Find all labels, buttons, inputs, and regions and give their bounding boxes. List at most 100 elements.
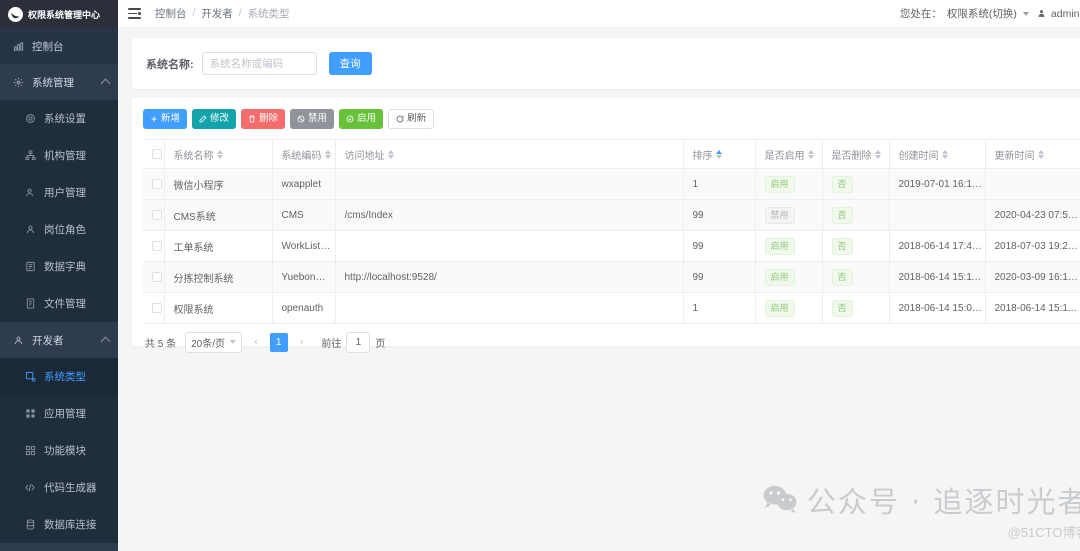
- sidebar-logo[interactable]: 权限系统管理中心: [0, 0, 118, 28]
- sidebar: 权限系统管理中心 控制台 系统管理 系统设置 机构管理 用户管理 岗位角色 数据…: [0, 0, 118, 551]
- row-checkbox[interactable]: [152, 271, 162, 282]
- cell-sort: 99: [683, 261, 756, 293]
- delete-button-label: 删除: [259, 113, 279, 125]
- refresh-icon: [396, 115, 404, 123]
- status-badge: 启用: [764, 268, 795, 286]
- ban-icon: [297, 115, 305, 123]
- cell-name: 工单系统: [164, 230, 273, 262]
- row-checkbox[interactable]: [152, 209, 162, 220]
- cell-url: /cms/Index: [335, 199, 684, 231]
- sidebar-item-label: 用户管理: [44, 187, 86, 199]
- sidebar-item-data-dictionary[interactable]: 数据字典: [0, 248, 118, 285]
- sort-icon[interactable]: [941, 149, 948, 159]
- sidebar-item-dashboard[interactable]: 控制台: [0, 28, 118, 64]
- row-checkbox[interactable]: [152, 302, 162, 313]
- sidebar-item-function-module[interactable]: 功能模块: [0, 432, 118, 469]
- next-page-button[interactable]: ›: [295, 336, 309, 348]
- column-header-updated[interactable]: 更新时间: [985, 139, 1080, 169]
- sidebar-item-system-type[interactable]: 系统类型: [0, 358, 118, 395]
- disable-button[interactable]: 禁用: [290, 109, 335, 129]
- enable-button[interactable]: 启用: [339, 109, 384, 129]
- page-number-1[interactable]: 1: [269, 332, 288, 352]
- sort-icon[interactable]: [874, 149, 881, 159]
- column-header-sort[interactable]: 排序: [683, 139, 756, 169]
- sort-icon[interactable]: [1037, 149, 1044, 159]
- row-checkbox[interactable]: [152, 240, 162, 251]
- cell-url: [335, 168, 684, 200]
- user-manage-icon: [24, 187, 36, 199]
- column-header-code[interactable]: 系统编码: [272, 139, 336, 169]
- sidebar-group-system-management[interactable]: 系统管理: [0, 64, 118, 100]
- deleted-badge: 否: [831, 206, 853, 224]
- sidebar-item-database-connection[interactable]: 数据库连接: [0, 506, 118, 543]
- add-button-label: 新增: [161, 113, 181, 125]
- column-header-created[interactable]: 创建时间: [889, 139, 986, 169]
- sidebar-item-label: 功能模块: [44, 445, 86, 457]
- row-checkbox[interactable]: [152, 178, 162, 189]
- column-header-deleted[interactable]: 是否删除: [822, 139, 890, 169]
- cell-code: openauth: [272, 292, 336, 324]
- refresh-button[interactable]: 刷新: [388, 109, 435, 129]
- sidebar-item-position-role[interactable]: 岗位角色: [0, 211, 118, 248]
- sort-icon[interactable]: [387, 149, 394, 159]
- cell-sort: 99: [683, 199, 756, 231]
- cell-name: 分拣控制系统: [164, 261, 273, 293]
- page-size-select[interactable]: 20条/页: [185, 331, 243, 353]
- add-button[interactable]: 新增: [143, 109, 188, 129]
- sidebar-item-org-management[interactable]: 机构管理: [0, 137, 118, 174]
- sort-icon[interactable]: [216, 149, 223, 159]
- sidebar-item-label: 数据库连接: [44, 519, 97, 531]
- system-name-label: 系统名称:: [146, 58, 194, 71]
- gear-icon: [24, 113, 36, 125]
- column-header-url[interactable]: 访问地址: [335, 139, 684, 169]
- sidebar-item-label: 岗位角色: [44, 224, 86, 236]
- jump-page-input[interactable]: [346, 331, 371, 353]
- chevron-down-icon[interactable]: [1022, 11, 1029, 16]
- sidebar-item-label: 机构管理: [44, 150, 86, 162]
- sidebar-item-user-management[interactable]: 用户管理: [0, 174, 118, 211]
- cell-created: 2018-06-14 15:11:35: [889, 261, 986, 293]
- edit-button[interactable]: 修改: [192, 109, 237, 129]
- breadcrumb-separator: /: [192, 8, 196, 19]
- table-panel: 新增 修改 删除 禁用 启用 刷新 系统名称 系统编码 访问地址 排序 是否启用…: [132, 98, 1080, 353]
- table-row[interactable]: CMS系统 CMS /cms/Index 99 禁用 否 2020-04-23 …: [143, 199, 1080, 231]
- delete-button[interactable]: 删除: [241, 109, 286, 129]
- sort-icon-active[interactable]: [715, 149, 722, 159]
- sidebar-item-app-management[interactable]: 应用管理: [0, 395, 118, 432]
- breadcrumb-item-developer[interactable]: 开发者: [201, 6, 233, 21]
- user-name-label[interactable]: admin: [1051, 8, 1080, 20]
- table-row[interactable]: 分拣控制系统 YuebonWcs http://localhost:9528/ …: [143, 261, 1080, 293]
- sidebar-item-code-generator[interactable]: 代码生成器: [0, 469, 118, 506]
- column-header-name[interactable]: 系统名称: [164, 139, 273, 169]
- tenant-prefix-label: 您处在：: [899, 8, 942, 20]
- row-select-cell: [143, 199, 165, 231]
- breadcrumb-item-console[interactable]: 控制台: [155, 6, 187, 21]
- sidebar-group-system-security[interactable]: 系统安全: [0, 543, 118, 551]
- edit-button-label: 修改: [210, 113, 230, 125]
- cell-sort: 1: [683, 168, 756, 200]
- sort-icon[interactable]: [807, 149, 814, 159]
- query-button[interactable]: 查询: [328, 52, 372, 75]
- user-role-icon: [24, 224, 36, 236]
- cell-enabled: 禁用: [755, 199, 823, 231]
- column-header-enabled[interactable]: 是否启用: [755, 139, 823, 169]
- cell-created: 2018-06-14 17:45:13: [889, 230, 986, 262]
- table-row[interactable]: 微信小程序 wxapplet 1 启用 否 2019-07-01 16:17:5…: [143, 168, 1080, 200]
- sort-icon[interactable]: [324, 149, 331, 159]
- sidebar-group-developer[interactable]: 开发者: [0, 322, 118, 358]
- table-row[interactable]: 工单系统 WorkListSys 99 启用 否 2018-06-14 17:4…: [143, 230, 1080, 262]
- sidebar-item-system-settings[interactable]: 系统设置: [0, 100, 118, 137]
- deleted-badge: 否: [831, 299, 853, 317]
- select-all-checkbox[interactable]: [152, 148, 162, 159]
- prev-page-button[interactable]: ‹: [249, 336, 263, 348]
- column-label: 是否删除: [831, 150, 872, 162]
- menu-collapse-icon[interactable]: [128, 8, 141, 19]
- search-input[interactable]: [201, 52, 317, 75]
- table-row[interactable]: 权限系统 openauth 1 启用 否 2018-06-14 15:08:35…: [143, 292, 1080, 324]
- tenant-switch-link[interactable]: 权限系统(切换): [947, 6, 1017, 21]
- chevron-up-icon: [100, 78, 111, 89]
- sidebar-item-file-management[interactable]: 文件管理: [0, 285, 118, 322]
- sidebar-item-label: 文件管理: [44, 298, 86, 310]
- sidebar-item-label: 数据字典: [44, 261, 86, 273]
- cell-code: YuebonWcs: [272, 261, 336, 293]
